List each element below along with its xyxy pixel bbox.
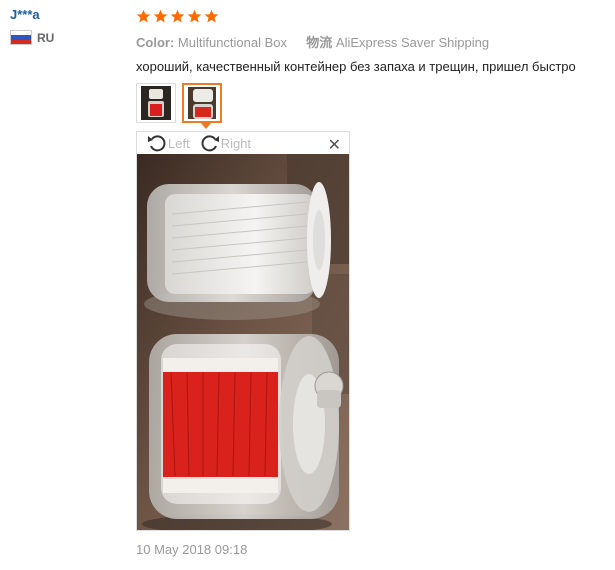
color-value: Multifunctional Box [177,35,288,50]
review-text: хороший, качественный контейнер без запа… [136,59,576,74]
reviewer-country: RU [10,30,120,45]
thumbnail-photo-1 [141,86,171,120]
review-photo-image [137,154,349,530]
shipping-value: AliExpress Saver Shipping [335,35,490,50]
thumbnail-selected-caret [200,122,212,129]
reviewer-info: J***a RU [10,6,120,45]
review-photo[interactable] [137,154,349,530]
thumbnail-photo-2 [188,87,216,119]
rotate-left-icon [148,135,166,152]
rotate-right-icon [201,135,219,152]
country-code: RU [37,30,55,45]
close-icon[interactable]: ✕ [328,135,341,155]
star-rating [136,6,606,26]
image-viewer: Left Right ✕ [136,131,350,531]
star-icon [136,9,151,22]
star-icon [170,9,185,22]
star-icon [187,9,202,22]
review-body: Color: Multifunctional Box 物流 AliExpress… [136,6,606,129]
review-thumbnail-1[interactable] [136,83,176,123]
review-date: 10 May 2018 09:18 [136,542,248,557]
viewer-toolbar: Left Right ✕ [137,132,349,154]
review-thumbnails [136,83,606,129]
review-meta: Color: Multifunctional Box 物流 AliExpress… [136,34,606,52]
star-icon [153,9,168,22]
rotate-left-label: Left [168,135,190,151]
color-label: Color: [136,35,175,50]
star-icon [204,9,219,22]
reviewer-name[interactable]: J***a [10,6,120,24]
rotate-left-button[interactable]: Left [147,133,190,153]
rotate-right-button[interactable]: Right [200,133,251,153]
rotate-right-label: Right [220,135,252,151]
russia-flag-icon [10,30,32,45]
shipping-label: 物流 [306,35,333,50]
review-thumbnail-2[interactable] [182,83,222,129]
